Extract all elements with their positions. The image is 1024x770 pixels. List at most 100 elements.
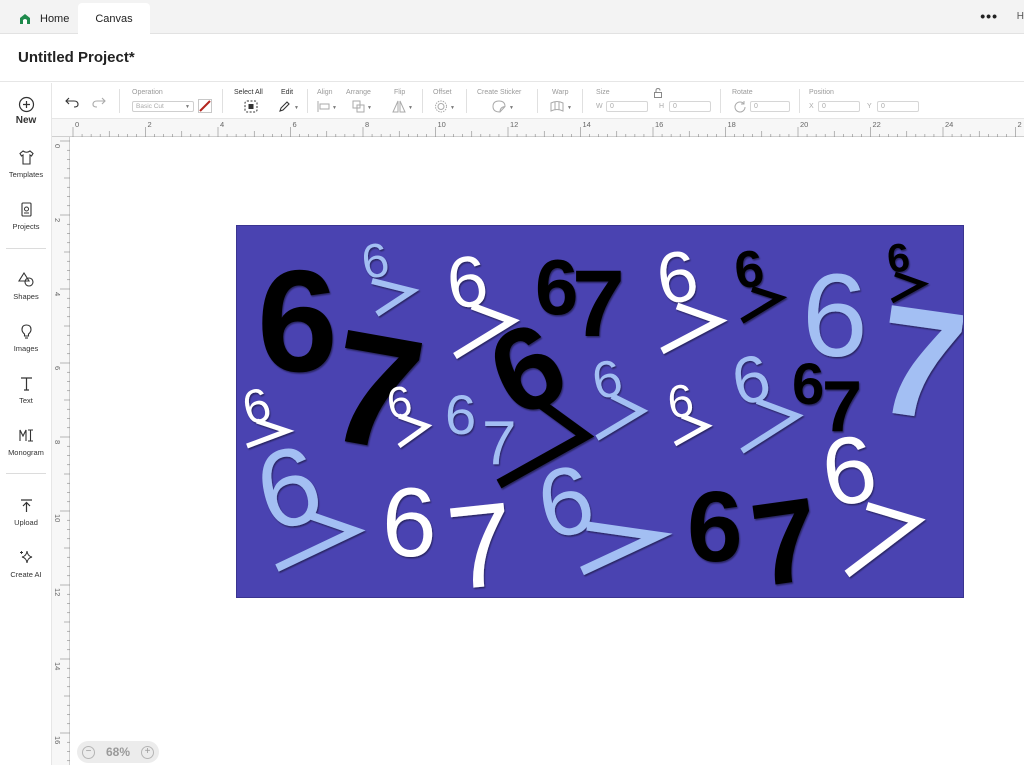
pencil-icon[interactable] [278, 100, 292, 113]
chevron-down-icon[interactable]: ▼ [567, 105, 572, 111]
sidebar-item-shapes[interactable]: Shapes [0, 271, 52, 301]
select-all-icon[interactable] [244, 100, 258, 113]
sidebar-item-label: Shapes [13, 292, 39, 301]
ruler-number: 16 [655, 120, 664, 129]
ruler-number: 14 [53, 662, 62, 671]
tab-home[interactable]: Home [10, 3, 77, 34]
arrange-icon[interactable] [352, 100, 366, 113]
chevron-down-icon[interactable]: ▼ [408, 105, 413, 111]
tab-canvas[interactable]: Canvas [78, 3, 150, 34]
sidebar-divider [6, 248, 46, 249]
chevron-down-icon[interactable]: ▼ [367, 105, 372, 111]
toolbar-divider [119, 89, 120, 113]
height-input[interactable]: 0 [669, 101, 711, 112]
ruler-number: 24 [945, 120, 954, 129]
edit-toolbar: Operation Basic Cut ▼ Select All Edit ▼ … [52, 83, 1024, 119]
zoom-in-button[interactable]: + [141, 745, 154, 759]
align-label: Align [317, 89, 333, 96]
svg-text:6: 6 [792, 352, 824, 417]
ruler-number: 22 [872, 120, 881, 129]
sidebar-item-monogram[interactable]: Monogram [0, 427, 52, 457]
offset-icon[interactable] [434, 100, 448, 113]
toolbar-divider [422, 89, 423, 113]
sticker-icon[interactable] [492, 100, 506, 113]
ruler-number: 16 [53, 736, 62, 745]
svg-text:6: 6 [257, 240, 338, 402]
cut-tab-partial[interactable]: H [1017, 11, 1024, 22]
select-all-label: Select All [234, 89, 263, 96]
shirt-icon [18, 150, 34, 165]
svg-text:6: 6 [687, 471, 743, 583]
toolbar-divider [466, 89, 467, 113]
ruler-number: 12 [510, 120, 519, 129]
color-swatch-icon[interactable] [198, 99, 212, 113]
ruler-number: 0 [75, 120, 80, 129]
align-icon[interactable] [317, 100, 331, 113]
operation-select[interactable]: Basic Cut ▼ [132, 101, 194, 112]
rotate-input[interactable]: 0 [750, 101, 790, 112]
zoom-out-button[interactable]: − [82, 745, 95, 759]
sidebar-item-upload[interactable]: Upload [0, 497, 52, 527]
operation-label: Operation [132, 89, 163, 96]
flip-icon[interactable] [392, 100, 406, 113]
ruler-vertical-ticks [60, 140, 70, 762]
monogram-icon [18, 429, 33, 442]
ruler-number: 12 [53, 588, 62, 597]
sidebar-item-text[interactable]: Text [0, 375, 52, 405]
ruler-number: 10 [53, 514, 62, 523]
toolbar-divider [799, 89, 800, 113]
create-sticker-label: Create Sticker [477, 89, 522, 96]
sidebar-item-projects[interactable]: Projects [0, 201, 52, 231]
chevron-down-icon: ▼ [185, 104, 190, 110]
warp-icon[interactable] [550, 100, 564, 113]
svg-text:6: 6 [528, 444, 602, 560]
offset-label: Offset [433, 89, 452, 96]
home-icon [20, 13, 30, 24]
height-label: H [659, 103, 665, 110]
ruler-number: 4 [53, 292, 62, 297]
svg-text:7: 7 [866, 271, 964, 454]
y-input[interactable]: 0 [877, 101, 919, 112]
number-pattern-image: 6 7 6 6 6 7 6 6 6 7 6 6 6 6 7 6 6 6 6 6 … [237, 233, 964, 598]
sidebar-item-label: Monogram [8, 448, 44, 457]
project-title[interactable]: Untitled Project* [18, 49, 135, 66]
sidebar-item-label: Projects [12, 222, 40, 231]
zoom-control: − 68% + [77, 741, 159, 763]
chevron-down-icon[interactable]: ▼ [450, 105, 455, 111]
sidebar-item-new[interactable]: New [0, 96, 52, 126]
chevron-down-icon[interactable]: ▼ [294, 105, 299, 111]
arrange-label: Arrange [346, 89, 371, 96]
sidebar-item-templates[interactable]: Templates [0, 149, 52, 179]
lock-icon[interactable] [653, 88, 663, 98]
operation-value: Basic Cut [136, 103, 164, 110]
redo-icon[interactable] [92, 95, 106, 108]
position-label: Position [809, 89, 834, 96]
chevron-down-icon[interactable]: ▼ [509, 105, 514, 111]
ruler-horizontal: 0 2 4 6 8 10 12 14 16 18 20 22 24 2 [52, 119, 1024, 137]
width-input[interactable]: 0 [606, 101, 648, 112]
ruler-number: 10 [437, 120, 446, 129]
ruler-number: 2 [147, 120, 152, 129]
ruler-number: 8 [53, 440, 62, 445]
sidebar-item-label: Create AI [10, 570, 42, 579]
sidebar-item-create-ai[interactable]: Create AI [0, 549, 52, 579]
zoom-level: 68% [105, 745, 131, 759]
warp-label: Warp [552, 89, 569, 96]
rotate-icon[interactable] [733, 100, 747, 113]
sidebar-item-label: Upload [14, 518, 38, 527]
toolbar-divider [222, 89, 223, 113]
sidebar-item-images[interactable]: Images [0, 323, 52, 353]
ruler-number: 6 [53, 366, 62, 371]
x-input[interactable]: 0 [818, 101, 860, 112]
upload-icon [20, 499, 32, 512]
more-menu-button[interactable]: ••• [980, 8, 998, 24]
toolbar-divider [537, 89, 538, 113]
lightbulb-icon [20, 324, 32, 339]
design-mat-artwork[interactable]: 6 7 6 6 6 7 6 6 6 7 6 6 6 6 7 6 6 6 6 6 … [236, 225, 964, 598]
ruler-number: 2 [1017, 120, 1022, 129]
chevron-down-icon[interactable]: ▼ [332, 105, 337, 111]
undo-icon[interactable] [65, 95, 79, 108]
svg-text:7: 7 [441, 478, 520, 598]
rotate-label: Rotate [732, 89, 753, 96]
toolbar-divider [307, 89, 308, 113]
